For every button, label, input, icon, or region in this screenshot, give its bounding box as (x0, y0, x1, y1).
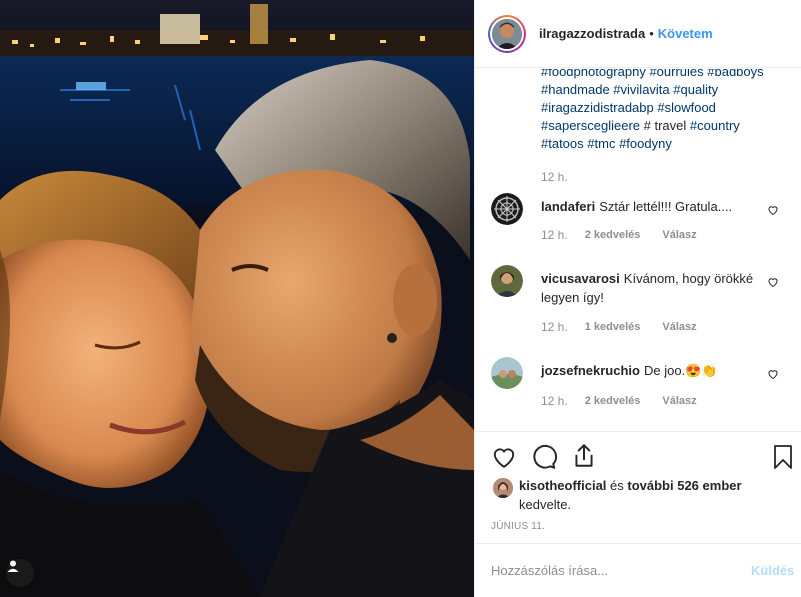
liker-username[interactable]: kisotheofficial (519, 478, 606, 493)
comment-text: Sztár lettél!!! Gratula.... (599, 199, 733, 214)
likes-suffix: kedvelte. (519, 497, 572, 512)
post-panel: ilragazzodistrada • Követem #foodphotogr… (474, 0, 801, 597)
comment-like-icon[interactable] (767, 368, 779, 380)
caption-line: #iragazzidistradabp #slowfood (541, 99, 791, 117)
liker-avatar[interactable] (493, 478, 513, 498)
send-button[interactable]: Küldés (751, 563, 794, 578)
caption-line: #sapersceglieere # travel #country (541, 117, 791, 135)
author-username[interactable]: ilragazzodistrada (539, 26, 645, 41)
selfie-image (0, 0, 474, 597)
hashtag-link[interactable]: #ourrules (649, 69, 703, 79)
comment-timestamp[interactable]: 12 h. (541, 228, 568, 242)
post-actions: kisotheofficial és további 526 ember ked… (475, 431, 801, 543)
post-date[interactable]: JÚNIUS 11. (491, 521, 545, 532)
comment-meta: 12 h. 2 kedvelés Válasz (541, 394, 697, 408)
hashtag-link[interactable]: #sapersceglieere (541, 118, 640, 133)
commenter-avatar-image (491, 265, 523, 297)
commenter-avatar-image (491, 193, 523, 225)
caption-text: #foodphotography #ourrules #badboys #han… (541, 69, 791, 153)
comment-body: landaferi Sztár lettél!!! Gratula.... (541, 197, 761, 216)
comment-likes-count[interactable]: 1 kedvelés (585, 321, 641, 333)
author-avatar[interactable] (488, 14, 526, 53)
post-header: ilragazzodistrada • Követem (475, 0, 801, 68)
post-photo[interactable] (0, 0, 474, 597)
hashtag-link[interactable]: #handmade (541, 82, 610, 97)
commenter-username[interactable]: vicusavarosi (541, 271, 620, 286)
caption-line: #handmade #vivilavita #quality (541, 81, 791, 99)
hashtag-link[interactable]: #foodphotography (541, 69, 646, 79)
hashtag-link[interactable]: #country (690, 118, 740, 133)
add-comment-form: Küldés (475, 543, 801, 597)
tag-people-button[interactable] (6, 559, 34, 587)
user-tag-icon (7, 560, 19, 572)
commenter-avatar[interactable] (491, 265, 523, 297)
header-separator: • (649, 26, 654, 41)
comment-like-icon[interactable] (767, 204, 779, 216)
hashtag-link[interactable]: #tmc (587, 136, 615, 151)
comments-list[interactable]: #foodphotography #ourrules #badboys #han… (475, 69, 801, 431)
comment-text: De joo.😍👏 (643, 363, 718, 378)
likes-text: kisotheofficial és további 526 ember ked… (519, 476, 781, 514)
comment-likes-count[interactable]: 2 kedvelés (585, 229, 641, 241)
commenter-username[interactable]: jozsefnekruchio (541, 363, 640, 378)
comment-bubble-icon[interactable] (531, 444, 557, 470)
commenter-avatar[interactable] (491, 357, 523, 389)
comment-timestamp[interactable]: 12 h. (541, 394, 568, 408)
comment-timestamp[interactable]: 12 h. (541, 320, 568, 334)
reply-button[interactable]: Válasz (662, 321, 696, 333)
follow-button[interactable]: Követem (658, 26, 713, 41)
hashtag-link[interactable]: #slowfood (657, 100, 716, 115)
commenter-avatar[interactable] (491, 193, 523, 225)
commenter-avatar-image (491, 357, 523, 389)
likes-conjunction: és (606, 478, 628, 493)
reply-button[interactable]: Válasz (662, 395, 696, 407)
caption-line: #tatoos #tmc #foodyny (541, 135, 791, 153)
reply-button[interactable]: Válasz (662, 229, 696, 241)
liker-avatar-image (493, 478, 513, 498)
caption-line: #foodphotography #ourrules #badboys (541, 69, 791, 81)
comment-likes-count[interactable]: 2 kedvelés (585, 395, 641, 407)
comment-meta: 12 h. 1 kedvelés Válasz (541, 320, 697, 334)
comment-body: jozsefnekruchio De joo.😍👏 (541, 361, 761, 380)
hashtag-link[interactable]: #vivilavita (613, 82, 669, 97)
heart-icon[interactable] (491, 444, 517, 470)
hashtag-link[interactable]: #quality (673, 82, 718, 97)
hashtag-link[interactable]: #badboys (707, 69, 763, 79)
comment-body: vicusavarosi Kívánom, hogy örökké legyen … (541, 269, 761, 307)
likes-others-link[interactable]: további 526 ember (627, 478, 741, 493)
comment-like-icon[interactable] (767, 276, 779, 288)
comment-input[interactable] (491, 563, 731, 578)
caption-plain-text: # travel (643, 118, 687, 133)
comment-meta: 12 h. 2 kedvelés Válasz (541, 228, 697, 242)
share-icon[interactable] (571, 443, 597, 469)
author-avatar-image (492, 18, 522, 49)
hashtag-link[interactable]: #foodyny (619, 136, 672, 151)
hashtag-link[interactable]: #tatoos (541, 136, 584, 151)
bookmark-icon[interactable] (771, 444, 795, 470)
caption-timestamp[interactable]: 12 h. (541, 170, 568, 184)
commenter-username[interactable]: landaferi (541, 199, 595, 214)
comment-item: landaferi Sztár lettél!!! Gratula.... (491, 193, 791, 253)
hashtag-link[interactable]: #iragazzidistradabp (541, 100, 654, 115)
